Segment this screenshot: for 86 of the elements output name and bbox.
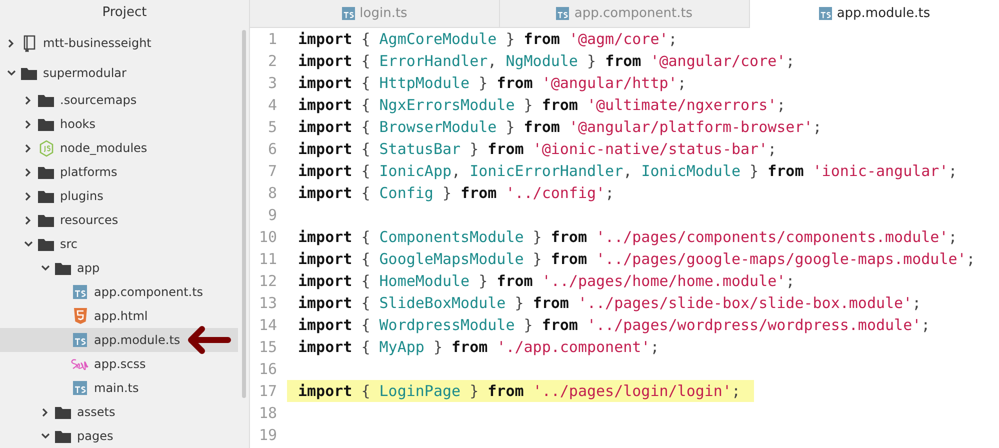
folder-icon: [38, 166, 54, 178]
chevron-down-icon[interactable]: [24, 241, 32, 247]
html-shield-icon: [74, 308, 86, 324]
folder-icon: [55, 430, 71, 442]
folder-icon: [38, 118, 54, 130]
tree-item[interactable]: mtt-businesseight: [0, 28, 238, 58]
typescript-file-icon: [342, 7, 355, 20]
code-line: import { WordpressModule } from '../pages/wordpress/wordpress.module';: [298, 316, 930, 334]
tree-item[interactable]: src: [0, 232, 238, 256]
tree-item[interactable]: app.scss: [0, 352, 238, 376]
line-number: 14: [258, 316, 277, 334]
folder-icon: [38, 238, 54, 250]
code-line: import { MyApp } from './app.component';: [298, 338, 660, 356]
chevron-down-icon[interactable]: [6, 70, 16, 76]
chevron-right-icon[interactable]: [42, 408, 48, 416]
folder-icon: [55, 406, 71, 418]
line-number: 1: [266, 30, 277, 48]
tree-item[interactable]: supermodular: [0, 58, 238, 88]
line-number: 5: [266, 118, 277, 136]
line-number: 9: [266, 206, 277, 224]
chevron-right-icon[interactable]: [8, 38, 14, 48]
code-line: import { AgmCoreModule } from '@agm/core';: [298, 30, 678, 48]
chevron-right-icon[interactable]: [25, 144, 31, 152]
tree-item[interactable]: platforms: [0, 160, 238, 184]
typescript-file-icon: [73, 381, 87, 395]
tree-item[interactable]: app: [0, 256, 238, 280]
code-line: import { LoginPage } from '../pages/login/login';: [298, 382, 741, 400]
tree-item[interactable]: resources: [0, 208, 238, 232]
tree-item[interactable]: main.ts: [0, 376, 238, 400]
line-number: 6: [266, 140, 277, 158]
chevron-down-icon[interactable]: [40, 433, 50, 439]
typescript-file-icon: [556, 7, 570, 20]
code-line: import { StatusBar } from '@ionic-native/status-bar';: [298, 140, 777, 158]
line-number: 17: [258, 382, 277, 400]
line-number: 13: [258, 294, 277, 312]
tree-item[interactable]: hooks: [0, 112, 238, 136]
line-number: 4: [266, 96, 277, 114]
hexagon-icon: [38, 140, 54, 156]
line-number: 3: [266, 74, 277, 92]
line-number: 11: [258, 250, 277, 268]
chevron-right-icon[interactable]: [25, 120, 31, 128]
tree-item[interactable]: pages: [0, 424, 238, 448]
tree-item[interactable]: app.module.ts: [0, 328, 238, 352]
tree-item[interactable]: .sourcemaps: [0, 88, 238, 112]
code-line: import { GoogleMapsModule } from '../pages/google-maps/google-maps.module';: [298, 250, 976, 268]
folder-icon: [38, 190, 54, 202]
line-number: 8: [266, 184, 277, 202]
line-number: 7: [266, 162, 277, 180]
chevron-down-icon[interactable]: [40, 265, 50, 271]
chevron-right-icon[interactable]: [25, 216, 31, 224]
typescript-file-icon: [73, 285, 87, 299]
typescript-file-icon: [73, 333, 87, 347]
code-line: import { ErrorHandler, NgModule } from '@angular/core';: [298, 52, 795, 70]
tree-item[interactable]: app.html: [0, 304, 238, 328]
line-number: 15: [258, 338, 277, 356]
line-number: 18: [258, 404, 277, 422]
folder-icon: [21, 66, 37, 80]
line-number: 16: [258, 360, 277, 378]
code-line: import { SlideBoxModule } from '../pages/slide-box/slide-box.module';: [298, 294, 922, 312]
code-line: import { BrowserModule } from '@angular/platform-browser';: [298, 118, 822, 136]
line-number: 10: [258, 228, 277, 246]
code-line: import { IonicApp, IonicErrorHandler, IonicModule } from 'ionic-angular';: [298, 162, 958, 180]
line-number: 12: [258, 272, 277, 290]
code-line: import { HomeModule } from '../pages/home/home.module';: [298, 272, 795, 290]
line-number: 19: [258, 426, 277, 444]
folder-icon: [55, 262, 71, 274]
chevron-right-icon[interactable]: [25, 168, 31, 176]
tree-item[interactable]: plugins: [0, 184, 238, 208]
code-line: import { Config } from '../config';: [298, 184, 614, 202]
line-number: 2: [266, 52, 277, 70]
pointer-arrow-icon: [186, 326, 232, 354]
code-line: import { NgxErrorsModule } from '@ultimate/ngxerrors';: [298, 96, 786, 114]
folder-icon: [38, 94, 54, 106]
panel-title: Project: [101, 4, 148, 22]
tree-item[interactable]: assets: [0, 400, 238, 424]
book-icon: [22, 34, 36, 52]
code-line: import { HttpModule } from '@angular/http';: [298, 74, 686, 92]
sass-icon: [70, 358, 90, 370]
code-line: import { ComponentsModule } from '../pages/components/components.module';: [298, 228, 958, 246]
tree-item[interactable]: node_modules: [0, 136, 238, 160]
tree-item[interactable]: app.component.ts: [0, 280, 238, 304]
chevron-right-icon[interactable]: [25, 96, 31, 104]
chevron-right-icon[interactable]: [25, 192, 31, 200]
scrollbar[interactable]: [242, 30, 246, 398]
folder-icon: [38, 214, 54, 226]
typescript-file-icon: [818, 7, 832, 20]
